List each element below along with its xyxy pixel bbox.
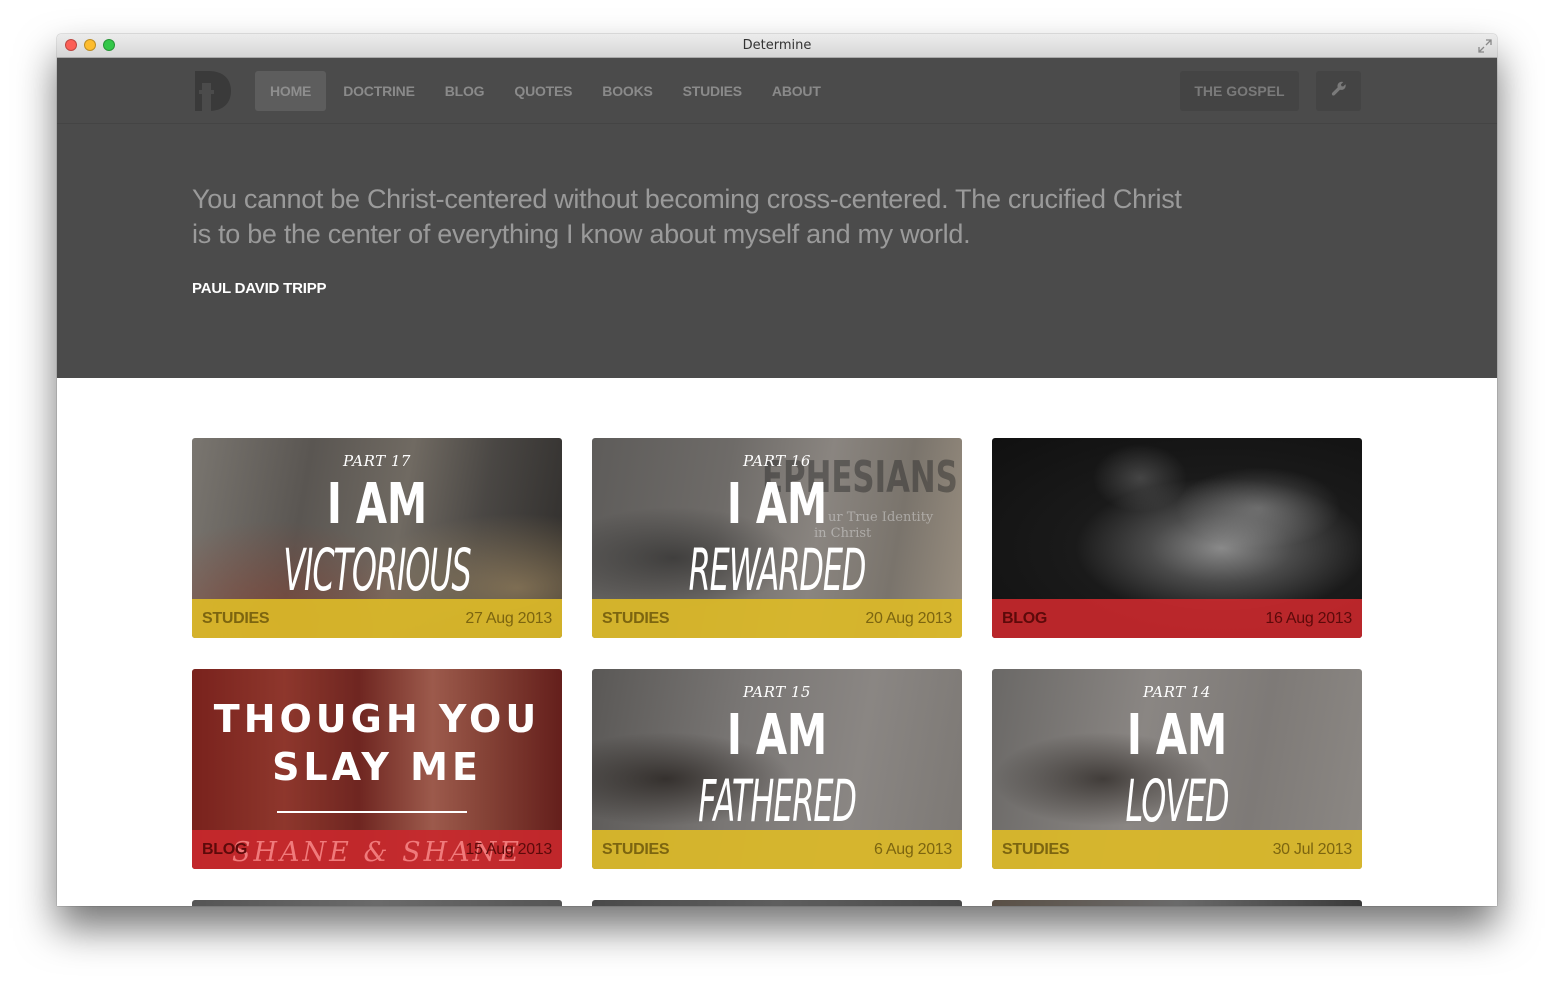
post-date: 15 Aug 2013 — [465, 840, 552, 858]
post-date: 6 Aug 2013 — [874, 840, 952, 858]
nav-item-doctrine[interactable]: DOCTRINE — [328, 71, 430, 111]
card-footer: BLOG 16 Aug 2013 — [992, 599, 1362, 638]
card-footer: STUDIES 30 Jul 2013 — [992, 830, 1362, 869]
nav-item-quotes[interactable]: QUOTES — [499, 71, 587, 111]
card-title: I AM — [726, 703, 828, 768]
card-subtitle: LOVED — [1125, 767, 1230, 835]
series-part: PART 17 — [343, 452, 411, 470]
fullscreen-icon[interactable] — [1478, 39, 1492, 53]
card-footer: STUDIES 27 Aug 2013 — [192, 599, 562, 638]
post-card-partial[interactable] — [592, 900, 962, 906]
site-navbar: HOME DOCTRINE BLOG QUOTES BOOKS STUDIES … — [57, 58, 1497, 124]
post-card[interactable]: PART 15 I AM FATHERED STUDIES 6 Aug 2013 — [592, 669, 962, 869]
series-part: PART 14 — [1143, 683, 1211, 701]
card-title-line-1: THOUGH YOU — [213, 697, 541, 741]
card-subtitle: REWARDED — [688, 536, 867, 604]
card-footer: STUDIES 20 Aug 2013 — [592, 599, 962, 638]
nav-item-blog[interactable]: BLOG — [430, 71, 500, 111]
main-nav: HOME DOCTRINE BLOG QUOTES BOOKS STUDIES … — [255, 71, 836, 111]
post-thumbnail — [592, 900, 962, 906]
title-bar: Determine — [57, 34, 1497, 58]
quote-author[interactable]: PAUL DAVID TRIPP — [192, 280, 327, 297]
post-date: 27 Aug 2013 — [465, 609, 552, 627]
wrench-icon — [1331, 81, 1347, 102]
card-title: I AM — [726, 472, 828, 537]
card-subtitle: FATHERED — [698, 767, 857, 835]
card-title: THOUGH YOU SLAY ME — [192, 695, 562, 791]
browser-window: Determine HOME DOCTRINE BLOG QUOTES BOOK… — [57, 34, 1497, 906]
category-label[interactable]: BLOG — [202, 841, 247, 859]
post-card[interactable]: THOUGH YOU SLAY ME BLOG 15 Aug 2013 SHAN… — [192, 669, 562, 869]
post-thumbnail — [992, 900, 1362, 906]
post-thumbnail — [192, 900, 562, 906]
post-card-partial[interactable] — [992, 900, 1362, 906]
title-divider — [277, 811, 467, 813]
card-subtitle: VICTORIOUS — [283, 536, 471, 604]
card-title: I AM — [1126, 703, 1228, 768]
quote-hero: You cannot be Christ-centered without be… — [57, 124, 1497, 378]
nav-item-about[interactable]: ABOUT — [757, 71, 836, 111]
category-label[interactable]: STUDIES — [202, 610, 270, 628]
post-card[interactable]: EPHESIANS ur True Identity in Christ PAR… — [592, 438, 962, 638]
category-label[interactable]: STUDIES — [1002, 841, 1070, 859]
series-part: PART 16 — [743, 452, 811, 470]
category-label[interactable]: STUDIES — [602, 610, 670, 628]
post-card-partial[interactable] — [192, 900, 562, 906]
the-gospel-button[interactable]: THE GOSPEL — [1180, 71, 1299, 111]
card-title: I AM — [326, 472, 428, 537]
card-title-line-2: SLAY ME — [272, 745, 482, 789]
post-card[interactable]: BLOG 16 Aug 2013 — [992, 438, 1362, 638]
post-date: 20 Aug 2013 — [865, 609, 952, 627]
settings-button[interactable] — [1316, 71, 1361, 111]
series-part: PART 15 — [743, 683, 811, 701]
nav-item-home[interactable]: HOME — [255, 71, 327, 111]
determine-logo-icon[interactable] — [193, 70, 233, 112]
post-card[interactable]: PART 17 I AM VICTORIOUS STUDIES 27 Aug 2… — [192, 438, 562, 638]
hero-quote: You cannot be Christ-centered without be… — [192, 184, 1182, 249]
nav-item-studies[interactable]: STUDIES — [668, 71, 757, 111]
post-date: 30 Jul 2013 — [1272, 840, 1353, 858]
post-date: 16 Aug 2013 — [1265, 609, 1352, 627]
card-footer: STUDIES 6 Aug 2013 — [592, 830, 962, 869]
post-card[interactable]: PART 14 I AM LOVED STUDIES 30 Jul 2013 — [992, 669, 1362, 869]
window-title: Determine — [742, 38, 812, 53]
category-label[interactable]: BLOG — [1002, 610, 1047, 628]
nav-item-books[interactable]: BOOKS — [587, 71, 667, 111]
category-label[interactable]: STUDIES — [602, 841, 670, 859]
